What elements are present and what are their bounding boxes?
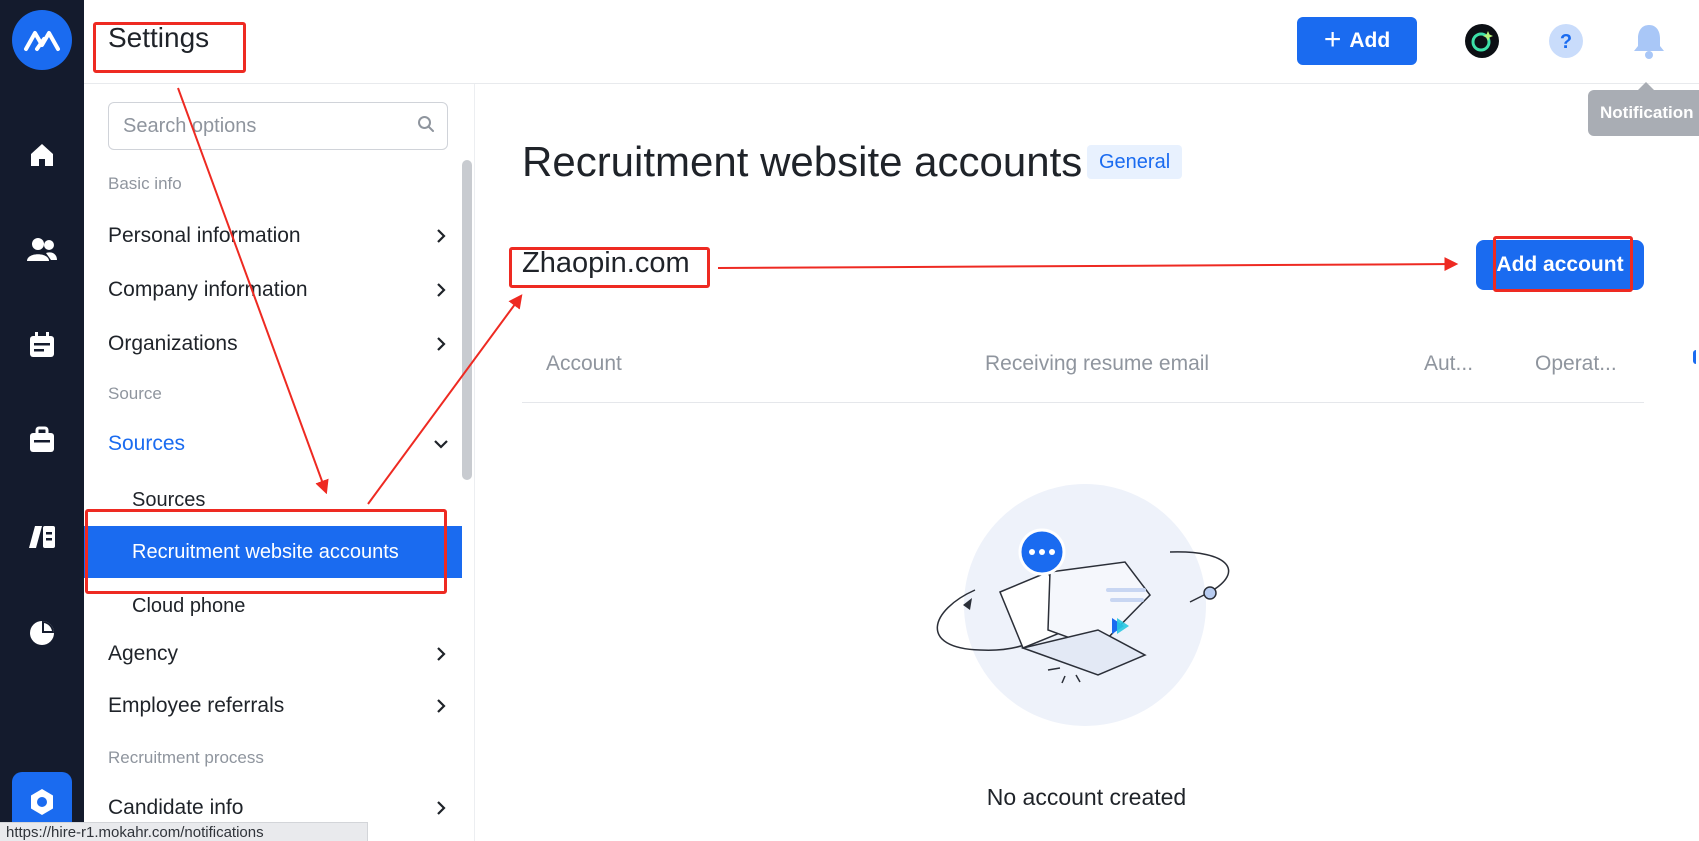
settings-sidebar: Basic info Personal information Company …	[84, 84, 475, 841]
section-label-recruitment-process: Recruitment process	[108, 748, 264, 767]
pie-chart-icon[interactable]	[22, 613, 62, 653]
search-box[interactable]	[108, 102, 448, 150]
column-header-auto[interactable]: Aut...	[1424, 352, 1473, 376]
empty-state-illustration	[936, 484, 1230, 726]
chevron-down-icon	[434, 440, 448, 449]
annotation-arrow-zhaopin-to-add-account	[717, 257, 1459, 272]
sidebar-scrollbar[interactable]	[462, 160, 472, 480]
content-title: Recruitment website accounts	[522, 138, 1083, 185]
plus-icon: +	[1323, 22, 1342, 56]
svg-text:?: ?	[1560, 31, 1572, 53]
chevron-right-icon	[437, 699, 446, 713]
report-icon[interactable]	[22, 517, 62, 557]
annotation-box-add-account	[1493, 236, 1633, 292]
calendar-icon[interactable]	[22, 325, 62, 365]
sidebar-item-label: Organizations	[108, 332, 238, 355]
annotation-box-recruitment-accounts	[85, 509, 447, 594]
app-logo-icon[interactable]	[12, 10, 72, 70]
briefcase-icon[interactable]	[22, 420, 62, 460]
chevron-right-icon	[437, 337, 446, 351]
home-icon[interactable]	[22, 135, 62, 175]
chevron-right-icon	[437, 283, 446, 297]
section-label-basic-info: Basic info	[108, 174, 182, 193]
sidebar-item-sources[interactable]: Sources	[108, 422, 448, 466]
people-icon[interactable]	[22, 230, 62, 270]
sidebar-item-organizations[interactable]: Organizations	[108, 322, 448, 366]
sidebar-item-label: Sources	[108, 432, 186, 455]
bell-icon[interactable]	[1630, 22, 1668, 60]
notification-tooltip: Notification	[1588, 82, 1699, 136]
sidebar-item-label: Agency	[108, 642, 179, 665]
sidebar-item-agency[interactable]: Agency	[108, 632, 448, 676]
help-icon[interactable]: ?	[1547, 22, 1585, 60]
search-icon[interactable]	[417, 115, 435, 138]
sidebar-item-label: Employee referrals	[108, 694, 285, 717]
top-header: Settings + Add ?	[84, 0, 1699, 84]
sidebar-item-employee-referrals[interactable]: Employee referrals	[108, 684, 448, 728]
column-header-account[interactable]: Account	[546, 352, 622, 376]
sidebar-item-label: Personal information	[108, 224, 301, 247]
chevron-right-icon	[437, 647, 446, 661]
chevron-right-icon	[437, 229, 446, 243]
ai-assistant-icon[interactable]	[1463, 22, 1501, 60]
left-rail	[0, 0, 84, 841]
browser-status-url: https://hire-r1.mokahr.com/notifications	[0, 822, 368, 841]
annotation-box-settings	[93, 22, 246, 73]
add-button[interactable]: + Add	[1297, 17, 1417, 65]
accounts-table-header: Account Receiving resume email Aut... Op…	[522, 340, 1644, 403]
sidebar-item-company-information[interactable]: Company information	[108, 268, 448, 312]
sidebar-subitem-label: Cloud phone	[132, 594, 246, 617]
sidebar-item-label: Company information	[108, 278, 308, 301]
sidebar-item-personal-information[interactable]: Personal information	[108, 214, 448, 258]
add-button-label: Add	[1349, 29, 1391, 52]
general-tag: General	[1087, 145, 1183, 179]
right-edge-handle	[1693, 350, 1699, 364]
column-header-operation[interactable]: Operat...	[1535, 352, 1617, 376]
annotation-box-zhaopin	[509, 247, 710, 288]
column-header-receiving-email[interactable]: Receiving resume email	[985, 352, 1209, 376]
empty-state-text: No account created	[986, 784, 1187, 810]
search-input[interactable]	[121, 113, 417, 139]
section-label-source: Source	[108, 384, 162, 403]
